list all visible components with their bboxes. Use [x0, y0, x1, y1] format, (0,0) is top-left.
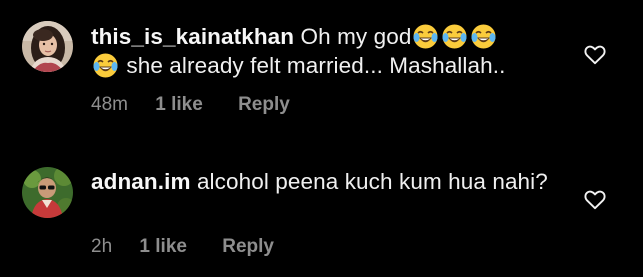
- comment-text: adnan.im alcohol peena kuch kum hua nahi…: [91, 167, 561, 196]
- comment-timestamp: 48m: [91, 94, 128, 115]
- face-with-tears-of-joy-icon: [470, 23, 497, 50]
- comment-body-end: she already felt married... Mashallah..: [126, 53, 506, 78]
- comment-meta: 2h 1 like Reply: [91, 236, 274, 258]
- comment-body-start: Oh my god: [300, 24, 412, 49]
- comment-body: alcohol peena kuch kum hua nahi?: [196, 169, 548, 194]
- face-with-tears-of-joy-icon: [92, 52, 119, 79]
- profile-photo: [22, 21, 73, 72]
- reply-button[interactable]: Reply: [238, 94, 290, 116]
- comment-like-count[interactable]: 1 like: [155, 94, 203, 116]
- comment-text: this_is_kainatkhan Oh my god she already…: [91, 22, 561, 80]
- comment-timestamp: 2h: [91, 236, 113, 257]
- heart-outline-icon[interactable]: [584, 45, 606, 65]
- comment-meta: 48m 1 like Reply: [91, 94, 290, 116]
- reply-button[interactable]: Reply: [222, 236, 274, 258]
- comment-username[interactable]: this_is_kainatkhan: [91, 24, 294, 49]
- comment-username[interactable]: adnan.im: [91, 169, 191, 194]
- face-with-tears-of-joy-icon: [441, 23, 468, 50]
- comment-item: this_is_kainatkhan Oh my god she already…: [0, 0, 643, 140]
- comment-like-count[interactable]: 1 like: [139, 236, 187, 258]
- avatar[interactable]: [22, 167, 73, 218]
- heart-outline-icon[interactable]: [584, 190, 606, 210]
- avatar[interactable]: [22, 21, 73, 72]
- comment-item: adnan.im alcohol peena kuch kum hua nahi…: [0, 140, 643, 277]
- face-with-tears-of-joy-icon: [412, 23, 439, 50]
- profile-photo: [22, 167, 73, 218]
